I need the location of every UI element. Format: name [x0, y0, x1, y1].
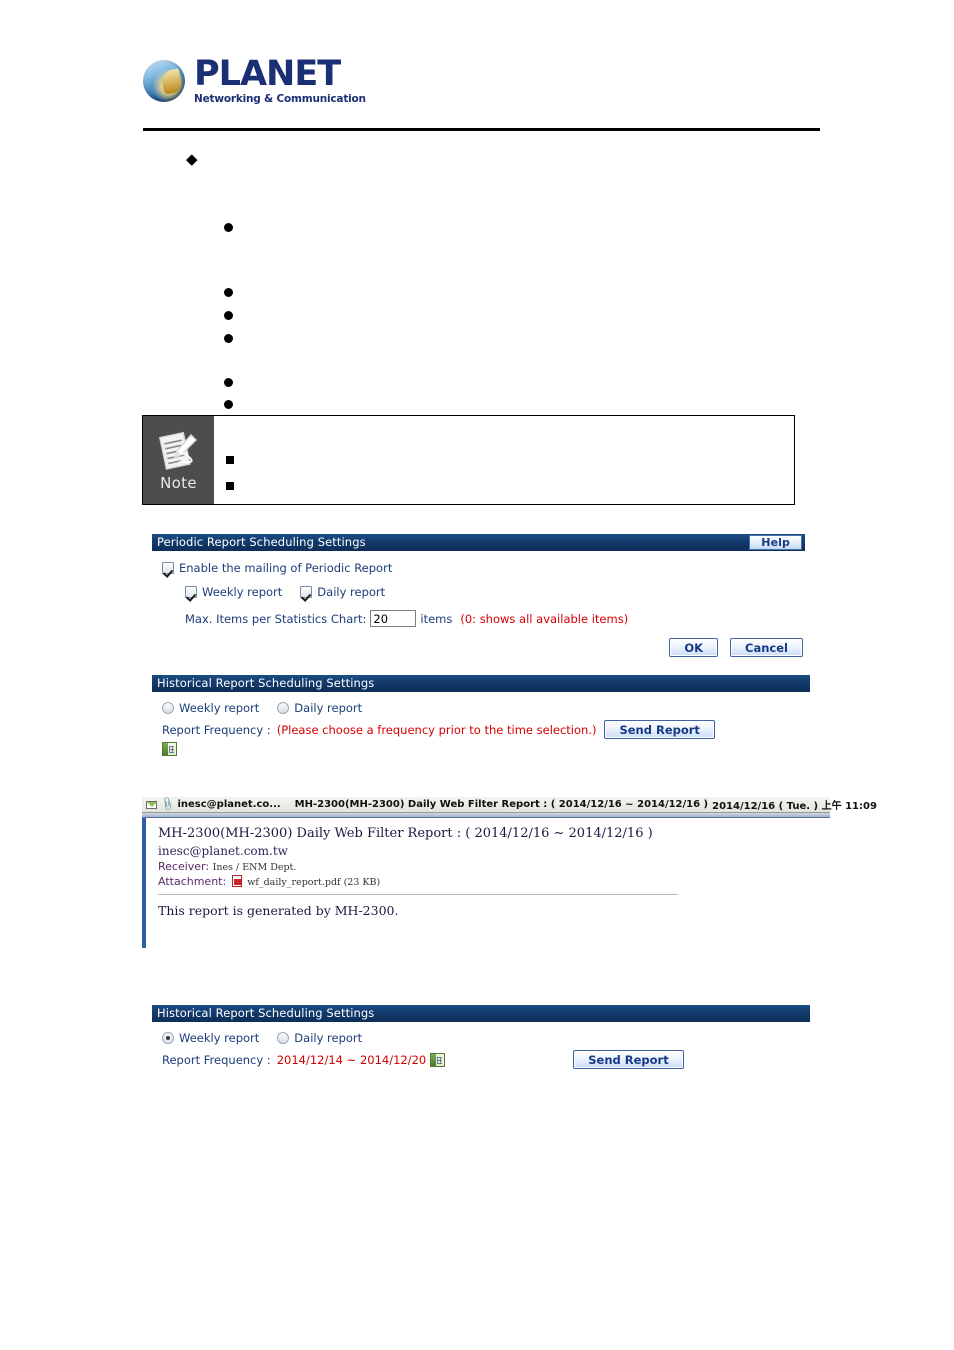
section-diamond-bullet: ◆: [186, 150, 198, 168]
note-label: Note: [160, 473, 197, 492]
email-viewer: 📎 inesc@planet.co... MH-2300(MH-2300) Da…: [142, 796, 877, 949]
historical-panel-title-text: Historical Report Scheduling Settings: [157, 676, 375, 690]
weekly-report-radio[interactable]: [162, 1032, 174, 1044]
paperclip-icon: 📎: [158, 796, 176, 813]
weekly-report-label: Weekly report: [179, 701, 260, 715]
periodic-report-panel: Periodic Report Scheduling Settings Help…: [152, 534, 805, 661]
weekly-report-checkbox[interactable]: [185, 586, 197, 598]
envelope-icon: [146, 800, 157, 809]
periodic-actions: OK Cancel: [669, 638, 803, 657]
report-frequency-label: Report Frequency :: [162, 1052, 271, 1067]
header-divider: [143, 128, 820, 131]
attachment-label: Attachment:: [158, 875, 227, 888]
historical-panel-title: Historical Report Scheduling Settings: [152, 675, 810, 692]
list-bullet: [224, 311, 233, 320]
email-header-bar: 📎 inesc@planet.co... MH-2300(MH-2300) Da…: [142, 796, 877, 813]
list-bullet: [224, 288, 233, 297]
cancel-button[interactable]: Cancel: [730, 638, 803, 657]
historical-report-type-row: Weekly report Daily report: [162, 701, 810, 715]
logo-text-block: PLANET Networking & Communication: [194, 57, 366, 105]
email-subject-bar: MH-2300(MH-2300) Daily Web Filter Report…: [294, 799, 709, 810]
historical-report-panel-filled: Historical Report Scheduling Settings We…: [152, 1005, 810, 1072]
periodic-panel-body: Enable the mailing of Periodic Report We…: [152, 551, 805, 661]
historical-report-type-row: Weekly report Daily report: [162, 1031, 810, 1045]
email-sender-address: inesc@planet.com.tw: [158, 844, 288, 858]
daily-report-radio[interactable]: [277, 1032, 290, 1044]
report-frequency-row: Report Frequency : (Please choose a freq…: [162, 720, 810, 739]
email-reading-pane: MH-2300(MH-2300) Daily Web Filter Report…: [142, 818, 830, 948]
historical-panel-body: Weekly report Daily report Report Freque…: [152, 1022, 810, 1072]
periodic-panel-title-text: Periodic Report Scheduling Settings: [157, 535, 366, 549]
email-from-short: inesc@planet.co...: [177, 799, 281, 810]
historical-panel-title: Historical Report Scheduling Settings: [152, 1005, 810, 1022]
pdf-file-icon[interactable]: [231, 875, 242, 887]
enable-periodic-row[interactable]: Enable the mailing of Periodic Report: [162, 561, 805, 575]
note-bullet: [226, 482, 234, 490]
calendar-icon[interactable]: [162, 741, 177, 756]
max-items-row: Max. Items per Statistics Chart: items (…: [185, 610, 805, 627]
receiver-value: Ines / ENM Dept.: [212, 862, 297, 873]
periodic-panel-title: Periodic Report Scheduling Settings Help: [152, 534, 805, 551]
report-frequency-value: (Please choose a frequency prior to the …: [276, 722, 597, 737]
email-subject: MH-2300(MH-2300) Daily Web Filter Report…: [158, 826, 653, 841]
daily-report-label: Daily report: [294, 701, 363, 715]
planet-logo: PLANET Networking & Communication: [143, 57, 366, 105]
calendar-picker-row: [162, 741, 810, 756]
help-button[interactable]: Help: [749, 535, 802, 550]
list-bullet: [224, 334, 233, 343]
weekly-report-radio[interactable]: [162, 702, 174, 714]
attachment-name[interactable]: wf_daily_report.pdf (23 KB): [247, 877, 380, 888]
planet-globe-logo: [143, 59, 185, 102]
historical-report-panel-empty: Historical Report Scheduling Settings We…: [152, 675, 810, 756]
email-attachment-row: Attachment: wf_daily_report.pdf (23 KB): [158, 875, 830, 888]
daily-report-label: Daily report: [317, 585, 386, 599]
note-icon-pane: Note: [143, 416, 214, 504]
list-bullet: [224, 223, 233, 232]
email-receiver-row: Receiver: Ines / ENM Dept.: [158, 860, 830, 873]
items-unit-label: items: [420, 611, 453, 626]
calendar-icon[interactable]: [430, 1052, 446, 1067]
brand-tagline: Networking & Communication: [194, 93, 366, 105]
daily-report-radio[interactable]: [277, 702, 290, 714]
list-bullet: [224, 400, 233, 409]
note-bullet: [226, 456, 234, 464]
receiver-label: Receiver:: [158, 860, 210, 873]
daily-report-checkbox[interactable]: [300, 586, 313, 598]
max-items-input[interactable]: [370, 610, 417, 627]
items-hint: (0: shows all available items): [460, 611, 629, 626]
note-box: Note: [142, 415, 795, 505]
daily-report-label: Daily report: [294, 1031, 363, 1045]
weekly-report-label: Weekly report: [202, 585, 283, 599]
report-frequency-value: 2014/12/14 ~ 2014/12/20: [276, 1052, 427, 1067]
email-divider: [158, 894, 678, 895]
ok-button[interactable]: OK: [669, 638, 719, 657]
email-received-date: 2014/12/16 ( Tue. ) 上午 11:09: [712, 801, 877, 812]
send-report-button[interactable]: Send Report: [604, 720, 715, 739]
note-body: [214, 416, 794, 504]
send-report-button[interactable]: Send Report: [573, 1050, 684, 1069]
report-frequency-row: Report Frequency : 2014/12/14 ~ 2014/12/…: [162, 1050, 810, 1069]
max-items-label: Max. Items per Statistics Chart:: [185, 611, 367, 626]
email-body: This report is generated by MH-2300.: [158, 903, 399, 918]
list-bullet: [224, 378, 233, 387]
weekly-report-label: Weekly report: [179, 1031, 260, 1045]
report-type-row: Weekly report Daily report: [185, 585, 805, 599]
enable-periodic-checkbox[interactable]: [162, 562, 174, 574]
historical-panel-title-text: Historical Report Scheduling Settings: [157, 1006, 375, 1020]
note-pencil-paper-icon: [158, 431, 197, 470]
enable-periodic-label: Enable the mailing of Periodic Report: [179, 561, 393, 575]
report-frequency-label: Report Frequency :: [162, 722, 271, 737]
brand-name: PLANET: [194, 54, 341, 94]
historical-panel-body: Weekly report Daily report Report Freque…: [152, 692, 810, 756]
